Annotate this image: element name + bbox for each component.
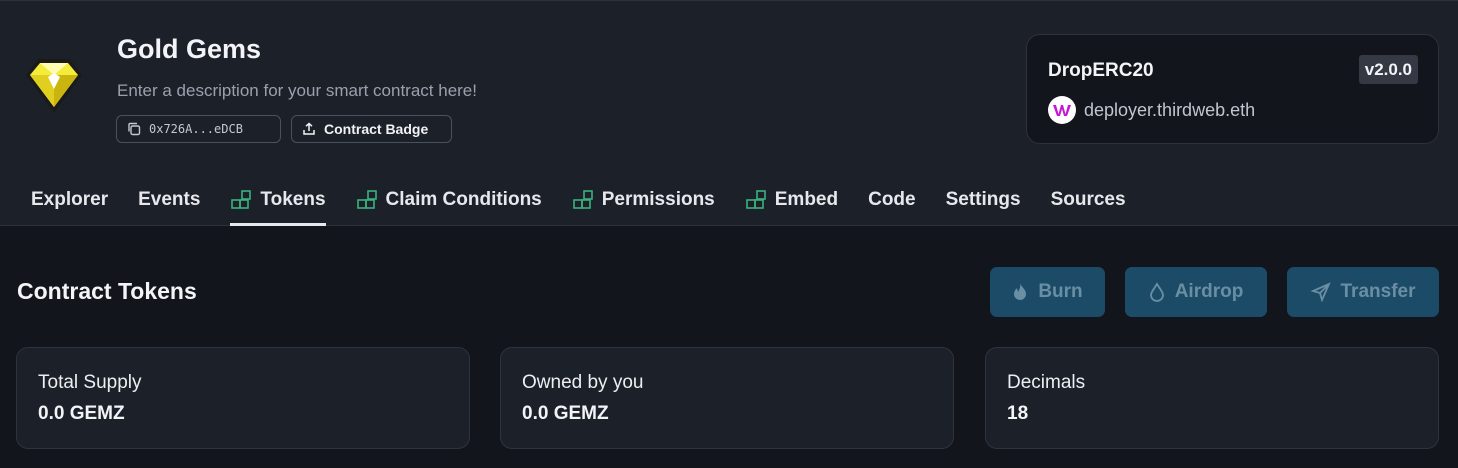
tab-label: Code	[868, 188, 916, 210]
tab-explorer[interactable]: Explorer	[31, 174, 108, 226]
gem-logo-icon	[26, 59, 82, 113]
tab-sources[interactable]: Sources	[1051, 174, 1126, 226]
contract-address: 0x726A...eDCB	[149, 122, 243, 136]
tab-code[interactable]: Code	[868, 174, 916, 226]
contract-tabs: Explorer Events Tokens Claim Conditions …	[0, 174, 1458, 226]
tab-label: Claim Conditions	[385, 188, 542, 210]
contract-badge-label: Contract Badge	[324, 121, 429, 137]
stat-label: Total Supply	[38, 372, 142, 393]
tab-label: Sources	[1050, 188, 1126, 210]
airdrop-button[interactable]: Airdrop	[1125, 267, 1267, 317]
tab-label: Events	[138, 188, 201, 210]
extension-icon	[231, 189, 252, 209]
tab-label: Permissions	[601, 188, 715, 210]
stat-card-decimals: Decimals 18	[985, 347, 1439, 449]
deployer-name: deployer.thirdweb.eth	[1084, 99, 1256, 120]
tab-label: Settings	[945, 188, 1021, 210]
tab-label: Tokens	[260, 188, 326, 210]
transfer-label: Transfer	[1340, 281, 1416, 302]
stat-value: 0.0 GEMZ	[38, 403, 125, 424]
flame-icon	[1014, 283, 1027, 300]
burn-label: Burn	[1038, 281, 1083, 302]
contract-badge-button[interactable]: Contract Badge	[291, 115, 452, 143]
thirdweb-logo-icon	[1048, 96, 1076, 124]
extension-icon	[356, 189, 377, 209]
stat-card-total-supply: Total Supply 0.0 GEMZ	[16, 347, 470, 449]
stat-value: 18	[1007, 403, 1029, 424]
tab-permissions[interactable]: Permissions	[572, 174, 715, 226]
tab-label: Explorer	[31, 188, 109, 210]
tab-settings[interactable]: Settings	[946, 174, 1021, 226]
stat-value: 0.0 GEMZ	[522, 403, 609, 424]
deployer-link[interactable]: deployer.thirdweb.eth	[1048, 96, 1255, 124]
extension-icon	[572, 189, 593, 209]
stat-card-owned: Owned by you 0.0 GEMZ	[500, 347, 954, 449]
send-icon	[1310, 282, 1331, 302]
copy-address-button[interactable]: 0x726A...eDCB	[116, 115, 281, 143]
tab-label: Embed	[774, 188, 839, 210]
stat-label: Decimals	[1007, 372, 1086, 393]
contract-header: Gold Gems Enter a description for your s…	[0, 0, 1458, 175]
copy-icon	[128, 122, 141, 136]
droplet-icon	[1149, 282, 1164, 302]
tab-embed[interactable]: Embed	[745, 174, 838, 226]
airdrop-label: Airdrop	[1174, 281, 1244, 302]
burn-button[interactable]: Burn	[990, 267, 1105, 317]
version-badge: v2.0.0	[1358, 55, 1418, 84]
contract-description: Enter a description for your smart contr…	[117, 81, 477, 100]
contract-type: DropERC20	[1048, 60, 1154, 81]
tab-tokens[interactable]: Tokens	[230, 174, 326, 226]
tab-claim-conditions[interactable]: Claim Conditions	[356, 174, 542, 226]
extension-icon	[745, 189, 766, 209]
transfer-button[interactable]: Transfer	[1287, 267, 1439, 317]
deployment-card: DropERC20 v2.0.0 deployer.thirdweb.eth	[1026, 34, 1439, 144]
share-upload-icon	[303, 122, 315, 135]
stat-label: Owned by you	[522, 372, 644, 393]
section-title: Contract Tokens	[17, 278, 197, 304]
contract-title: Gold Gems	[117, 34, 262, 64]
tab-events[interactable]: Events	[138, 174, 200, 226]
